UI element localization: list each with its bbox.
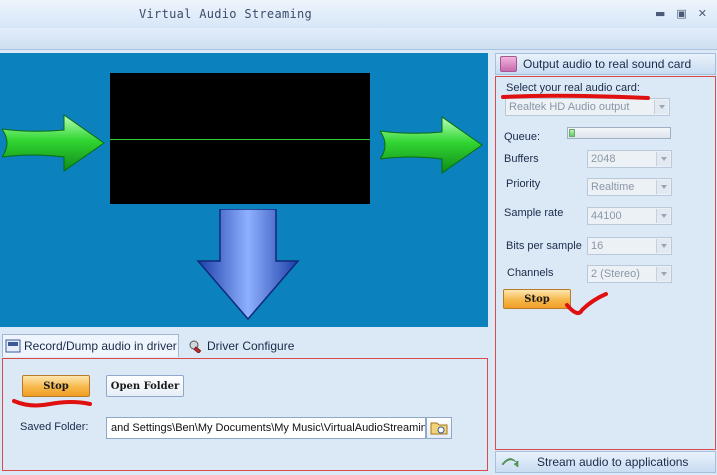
channels-value: 2 (Stereo) (591, 268, 640, 280)
bits-select[interactable]: 16 (587, 237, 672, 255)
waveform-line (110, 139, 370, 140)
audio-card-select[interactable]: Realtek HD Audio output (505, 98, 670, 116)
queue-progress-fill (569, 129, 575, 137)
input-arrow-icon (2, 114, 105, 172)
audio-card-value: Realtek HD Audio output (509, 101, 630, 113)
buffers-label: Buffers (504, 153, 539, 165)
bottom-tabs: Record/Dump audio in driver Driver Confi… (0, 334, 490, 357)
tab-driver-configure[interactable]: Driver Configure (186, 334, 294, 357)
title-bar: Virtual Audio Streaming ▬ ▣ ✕ (0, 0, 717, 28)
queue-label: Queue: (504, 131, 541, 143)
tab-driver-label: Driver Configure (207, 338, 295, 353)
output-panel-title: Output audio to real sound card (523, 57, 692, 71)
open-folder-button[interactable]: Open Folder (106, 375, 184, 397)
minimize-button[interactable]: ▬ (655, 7, 665, 20)
close-button[interactable]: ✕ (698, 7, 707, 20)
channels-select[interactable]: 2 (Stereo) (587, 265, 672, 283)
stream-panel-header[interactable]: Stream audio to applications (495, 451, 716, 473)
chevron-down-icon (656, 267, 670, 281)
speaker-icon (500, 56, 517, 72)
window-title: Virtual Audio Streaming (139, 7, 313, 21)
chevron-down-icon (656, 180, 670, 194)
priority-value: Realtime (591, 181, 635, 193)
priority-select[interactable]: Realtime (587, 178, 672, 196)
wrench-icon (189, 340, 202, 353)
record-tab-icon (5, 339, 21, 353)
record-stop-button[interactable]: Stop (22, 375, 90, 397)
chevron-down-icon (654, 100, 668, 114)
channels-label: Channels (507, 267, 554, 279)
maximize-button[interactable]: ▣ (676, 7, 686, 20)
sample-rate-value: 44100 (591, 210, 622, 222)
output-stop-button[interactable]: Stop (503, 289, 571, 309)
browse-folder-button[interactable] (426, 417, 452, 439)
bits-label: Bits per sample (506, 240, 582, 252)
tab-record-dump[interactable]: Record/Dump audio in driver (2, 334, 179, 357)
queue-progress-bar (567, 127, 671, 139)
chevron-down-icon (656, 152, 670, 166)
output-arrow-icon (380, 116, 483, 174)
audio-visualization (0, 53, 488, 327)
sample-rate-label: Sample rate (504, 207, 564, 219)
record-down-arrow-icon (196, 209, 300, 321)
priority-label: Priority (506, 178, 541, 190)
saved-folder-field[interactable]: and Settings\Ben\My Documents\My Music\V… (106, 417, 426, 439)
window-controls: ▬ ▣ ✕ (655, 7, 707, 20)
toolbar-strip (0, 28, 717, 50)
buffers-value: 2048 (591, 153, 616, 165)
bits-value: 16 (591, 240, 604, 252)
stream-panel-title: Stream audio to applications (537, 455, 689, 469)
refresh-arrow-icon (501, 458, 519, 468)
oscilloscope-display (110, 73, 370, 204)
chevron-down-icon (656, 209, 670, 223)
saved-folder-label: Saved Folder: (20, 421, 89, 433)
chevron-down-icon (656, 239, 670, 253)
sample-rate-select[interactable]: 44100 (587, 207, 672, 225)
output-panel-header[interactable]: Output audio to real sound card (495, 53, 716, 75)
select-card-label: Select your real audio card: (506, 82, 640, 94)
app-window: Virtual Audio Streaming ▬ ▣ ✕ Record/Dum… (0, 0, 717, 475)
tab-record-label: Record/Dump audio in driver (24, 339, 177, 353)
buffers-select[interactable]: 2048 (587, 150, 672, 168)
folder-icon (430, 422, 448, 435)
